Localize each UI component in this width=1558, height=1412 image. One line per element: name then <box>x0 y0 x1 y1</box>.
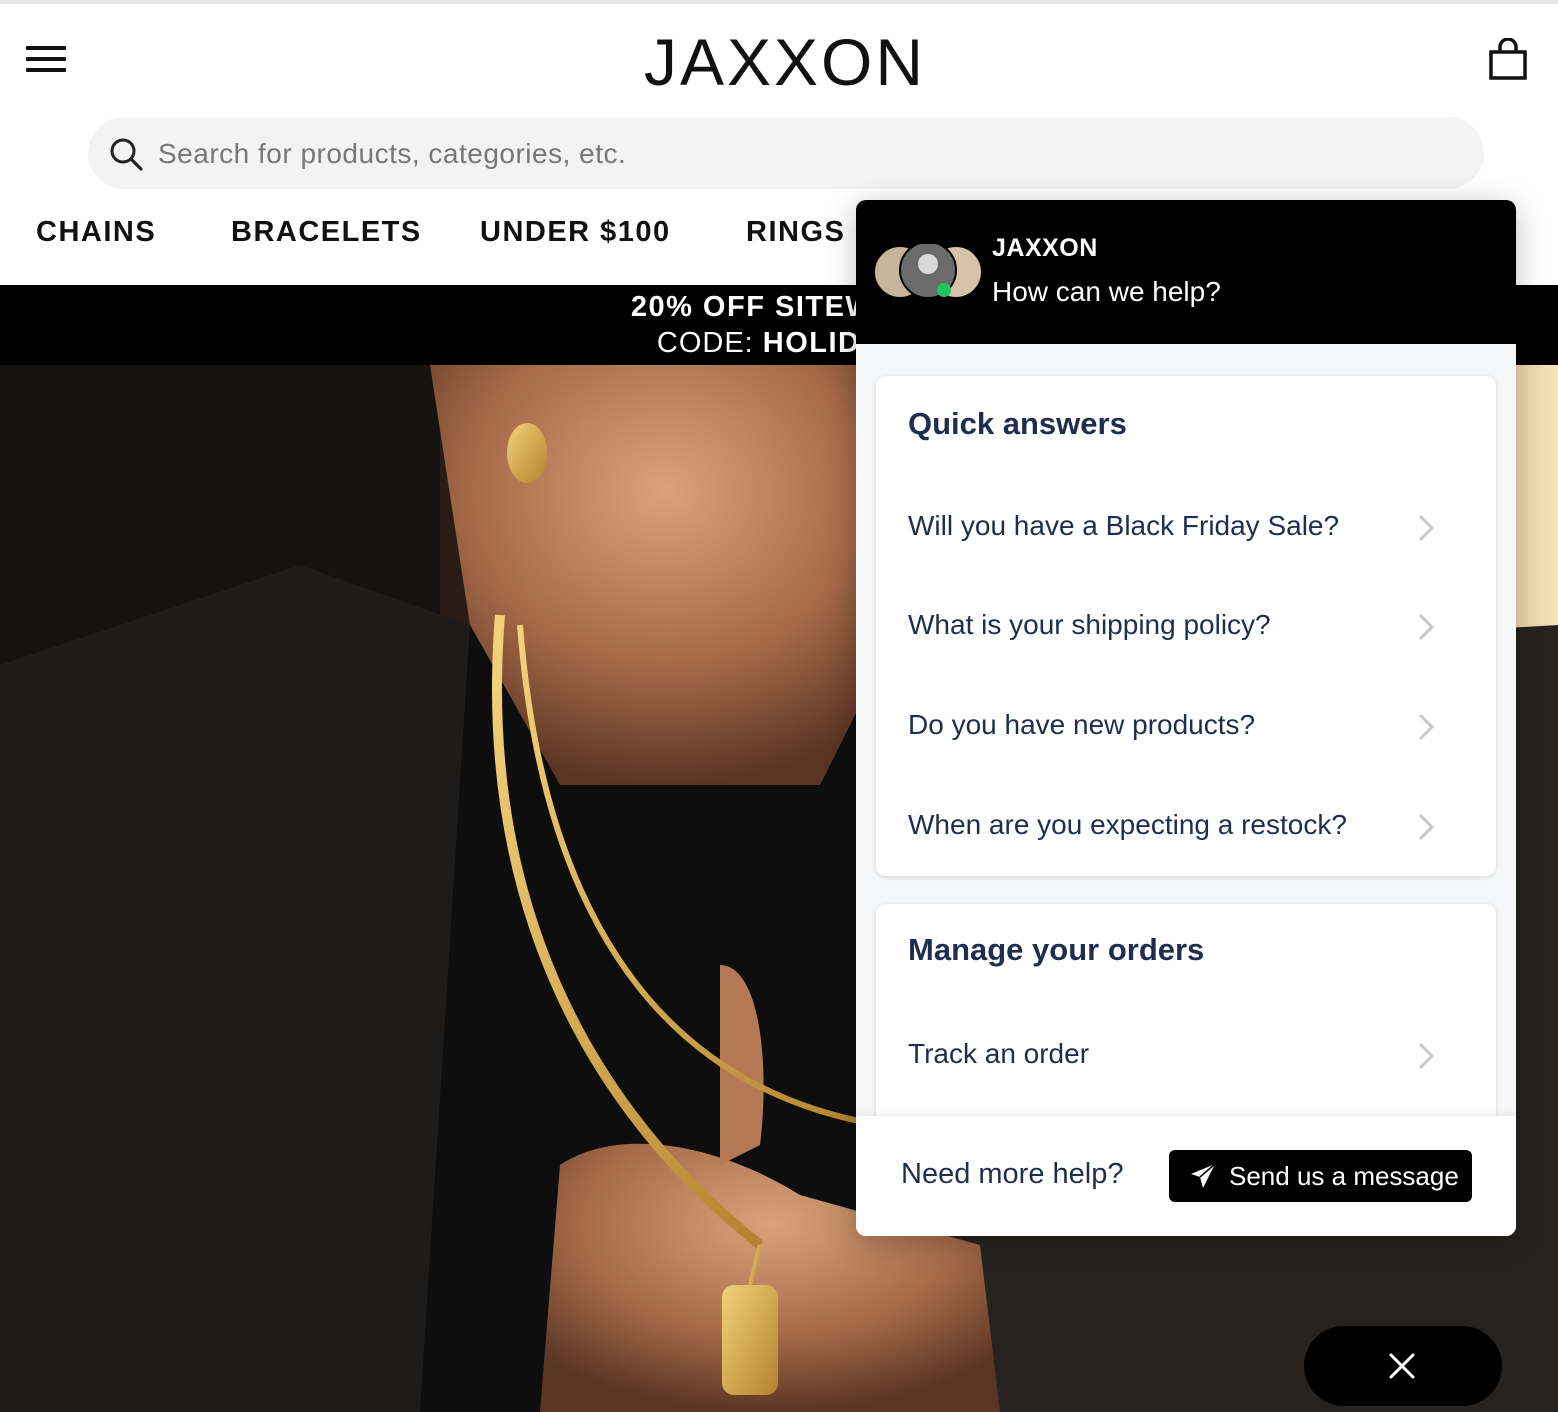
nav-item-chains[interactable]: CHAINS <box>36 216 156 249</box>
need-more-help-text: Need more help? <box>901 1158 1124 1190</box>
chat-subtitle: How can we help? <box>992 276 1221 307</box>
nav-item-bracelets[interactable]: BRACELETS <box>231 216 422 249</box>
search-bar[interactable] <box>88 117 1484 191</box>
chat-header: JAXXON How can we help? <box>856 200 1516 344</box>
quick-answer-label: Do you have new products? <box>908 709 1256 740</box>
send-message-label: Send us a message <box>1229 1161 1459 1191</box>
nav-item-under-100[interactable]: UNDER $100 <box>480 216 671 249</box>
manage-orders-title: Manage your orders <box>908 932 1205 967</box>
send-message-button[interactable]: Send us a message <box>1169 1150 1472 1202</box>
chevron-right-icon <box>1418 1042 1435 1070</box>
search-icon <box>110 138 143 171</box>
site-logo[interactable]: JAXXON <box>610 22 960 102</box>
track-order-label: Track an order <box>908 1038 1090 1069</box>
chevron-right-icon <box>1418 713 1435 741</box>
chevron-right-icon <box>1418 813 1435 841</box>
agent-avatars <box>873 241 984 300</box>
quick-answers-title: Quick answers <box>908 406 1127 441</box>
search-input[interactable] <box>156 117 1460 191</box>
chevron-right-icon <box>1418 514 1435 542</box>
quick-answer-label: When are you expecting a restock? <box>908 809 1347 840</box>
help-chat-widget: JAXXON How can we help? Quick answers Wi… <box>856 200 1516 1236</box>
nav-item-rings[interactable]: RINGS <box>746 216 845 249</box>
chat-footer: Need more help? Send us a message <box>856 1116 1516 1236</box>
chat-brand-name: JAXXON <box>992 234 1098 262</box>
hamburger-menu-icon[interactable] <box>26 46 66 76</box>
quick-answer-item[interactable]: What is your shipping policy? <box>876 579 1496 675</box>
quick-answer-item[interactable]: Do you have new products? <box>876 679 1496 775</box>
close-icon <box>1389 1353 1415 1379</box>
quick-answer-label: Will you have a Black Friday Sale? <box>908 510 1340 541</box>
online-status-dot <box>937 283 951 297</box>
quick-answer-item[interactable]: Will you have a Black Friday Sale? <box>876 480 1496 576</box>
chevron-right-icon <box>1418 613 1435 641</box>
quick-answer-label: What is your shipping policy? <box>908 609 1271 640</box>
top-border <box>0 0 1558 4</box>
paper-plane-icon <box>1191 1163 1216 1188</box>
promo-code-label: CODE: <box>656 327 754 359</box>
close-chat-button[interactable] <box>1304 1326 1502 1406</box>
quick-answer-item[interactable]: When are you expecting a restock? <box>876 779 1496 875</box>
shopping-bag-icon[interactable] <box>1486 37 1530 82</box>
quick-answers-card: Quick answers Will you have a Black Frid… <box>876 376 1496 876</box>
track-order-item[interactable]: Track an order <box>876 1008 1496 1104</box>
